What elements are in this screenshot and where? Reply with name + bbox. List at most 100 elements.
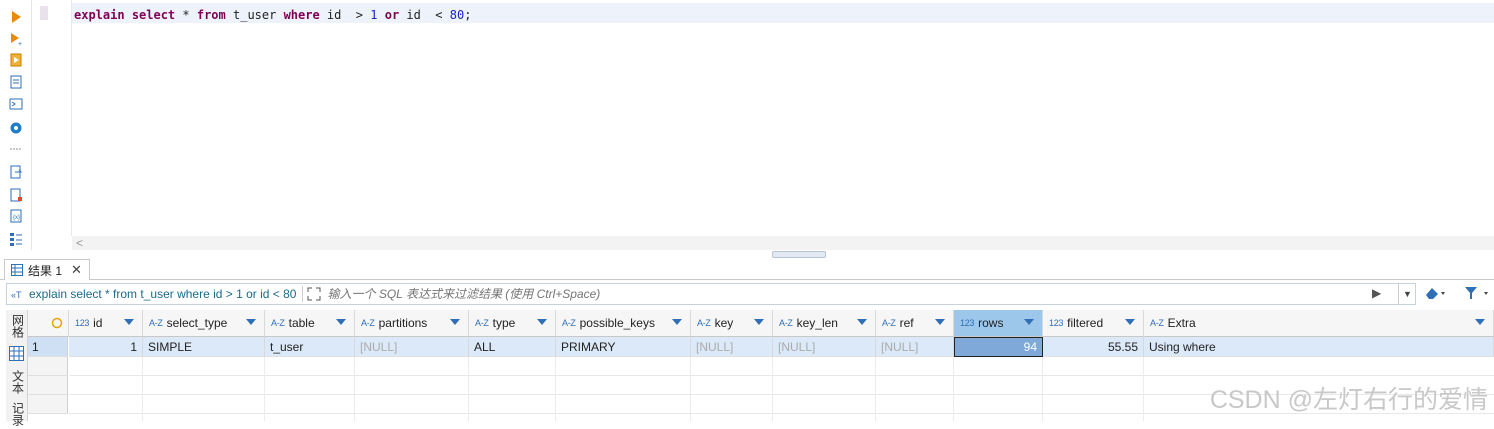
sql-token: explain xyxy=(74,8,125,22)
column-menu-chevron-down-icon[interactable] xyxy=(124,319,134,325)
column-menu-chevron-down-icon[interactable] xyxy=(935,319,945,325)
export-icon[interactable] xyxy=(8,164,24,180)
column-header-label: partitions xyxy=(378,316,428,330)
table-cell[interactable]: 55.55 xyxy=(1043,337,1144,357)
svg-text:+: + xyxy=(18,41,22,46)
column-header-label: Extra xyxy=(1167,316,1196,330)
column-header-rows[interactable]: 123 rows xyxy=(954,310,1043,337)
table-cell[interactable]: [NULL] xyxy=(876,337,954,357)
column-header-label: key xyxy=(714,316,734,330)
editor-gutter-divider xyxy=(71,0,72,236)
result-view-switcher: 网格 文本 记录 xyxy=(6,310,28,426)
sql-editor[interactable] xyxy=(32,0,1494,250)
column-header-possible-keys[interactable]: A-Z possible_keys xyxy=(556,310,691,337)
outline-icon[interactable] xyxy=(8,231,24,247)
table-cell[interactable]: PRIMARY xyxy=(556,337,691,357)
clear-filter-icon[interactable] xyxy=(1424,286,1446,303)
column-header-label: table xyxy=(288,316,315,330)
grid-column-divider xyxy=(875,357,876,421)
column-header-select-type[interactable]: A-Z select_type xyxy=(143,310,265,337)
new-file-icon[interactable] xyxy=(8,187,24,203)
table-cell[interactable]: 94 xyxy=(954,337,1043,357)
column-header-label: possible_keys xyxy=(579,316,655,330)
table-cell[interactable]: t_user xyxy=(265,337,355,357)
more-icon[interactable] xyxy=(8,141,24,157)
column-menu-chevron-down-icon[interactable] xyxy=(1125,319,1135,325)
result-filter-bar[interactable]: «T explain select * from t_user where id… xyxy=(6,283,1416,305)
column-menu-chevron-down-icon[interactable] xyxy=(754,319,764,325)
empty-row-header xyxy=(28,376,68,395)
row-header-corner[interactable] xyxy=(28,310,69,337)
explain-plan-icon[interactable] xyxy=(8,52,24,68)
sql-token: 80 xyxy=(449,8,465,22)
column-header-type[interactable]: A-Z type xyxy=(469,310,556,337)
tab-grid-view[interactable]: 网格 xyxy=(8,314,26,341)
table-cell[interactable]: [NULL] xyxy=(355,337,469,357)
column-header-label: rows xyxy=(978,316,1004,330)
numeric-type-icon: 123 xyxy=(960,318,975,328)
empty-row-header xyxy=(28,395,68,414)
filter-funnel-icon[interactable] xyxy=(1464,286,1490,303)
column-menu-chevron-down-icon[interactable] xyxy=(857,319,867,325)
text-type-icon: A-Z xyxy=(1150,318,1164,328)
table-cell[interactable]: Using where xyxy=(1144,337,1494,357)
tab-text-view[interactable]: 文本 xyxy=(8,370,26,397)
column-header-ref[interactable]: A-Z ref xyxy=(876,310,954,337)
apply-filter-icon[interactable]: ▶ xyxy=(1372,286,1381,300)
svg-text:{x}: {x} xyxy=(13,215,20,221)
console-icon[interactable] xyxy=(8,96,24,112)
run-statement-icon[interactable] xyxy=(8,9,24,25)
grid-icon xyxy=(11,264,23,276)
grid-column-divider xyxy=(468,357,469,421)
column-header-id[interactable]: 123 id xyxy=(69,310,143,337)
column-menu-chevron-down-icon[interactable] xyxy=(672,319,682,325)
table-cell[interactable]: [NULL] xyxy=(773,337,876,357)
text-type-icon: A-Z xyxy=(882,318,896,328)
format-icon[interactable]: {x} xyxy=(8,208,24,224)
empty-row-header xyxy=(28,357,68,376)
panel-splitter-handle[interactable] xyxy=(772,251,826,258)
column-menu-chevron-down-icon[interactable] xyxy=(246,319,256,325)
scroll-left-arrow-icon[interactable]: < xyxy=(76,236,83,250)
column-header-key-len[interactable]: A-Z key_len xyxy=(773,310,876,337)
settings-icon[interactable] xyxy=(8,120,24,136)
column-header-filtered[interactable]: 123 filtered xyxy=(1043,310,1144,337)
column-menu-chevron-down-icon[interactable] xyxy=(537,319,547,325)
column-header-partitions[interactable]: A-Z partitions xyxy=(355,310,469,337)
run-script-icon[interactable]: + xyxy=(8,31,24,47)
filter-input[interactable] xyxy=(325,286,1230,302)
column-header-key[interactable]: A-Z key xyxy=(691,310,773,337)
expand-icon[interactable] xyxy=(307,287,321,301)
sql-token: where xyxy=(283,8,320,22)
filter-history-dropdown-icon[interactable]: ▼ xyxy=(1398,283,1416,305)
text-type-icon: A-Z xyxy=(562,318,576,328)
close-icon[interactable]: ✕ xyxy=(71,262,82,278)
row-number[interactable]: 1 xyxy=(28,337,68,357)
editor-horizontal-scrollbar[interactable] xyxy=(72,236,1494,250)
sql-statement[interactable]: explain select * from t_user where id > … xyxy=(74,8,471,22)
grid-column-divider xyxy=(690,357,691,421)
grid-column-divider xyxy=(1143,357,1144,421)
grid-column-divider xyxy=(354,357,355,421)
column-header-table[interactable]: A-Z table xyxy=(265,310,355,337)
numeric-type-icon: 123 xyxy=(75,318,90,328)
sql-token: t_user xyxy=(225,8,284,22)
table-cell[interactable]: ALL xyxy=(469,337,556,357)
column-header-extra[interactable]: A-Z Extra xyxy=(1144,310,1494,337)
tab-result-1[interactable]: 结果 1 ✕ xyxy=(4,259,90,280)
grid-view-icon[interactable] xyxy=(9,346,24,364)
column-menu-chevron-down-icon[interactable] xyxy=(450,319,460,325)
column-header-label: select_type xyxy=(166,316,228,330)
editor-toolbar: + {x} xyxy=(0,0,32,250)
column-menu-chevron-down-icon[interactable] xyxy=(1475,319,1485,325)
results-tab-bar xyxy=(0,258,1494,280)
tab-record-view[interactable]: 记录 xyxy=(8,402,26,429)
column-menu-chevron-down-icon[interactable] xyxy=(336,319,346,325)
grid-column-divider xyxy=(953,357,954,421)
table-cell[interactable]: SIMPLE xyxy=(143,337,265,357)
table-cell[interactable]: 1 xyxy=(69,337,143,357)
table-cell[interactable]: [NULL] xyxy=(691,337,773,357)
column-menu-chevron-down-icon[interactable] xyxy=(1024,319,1034,325)
load-plan-icon[interactable] xyxy=(8,74,24,90)
